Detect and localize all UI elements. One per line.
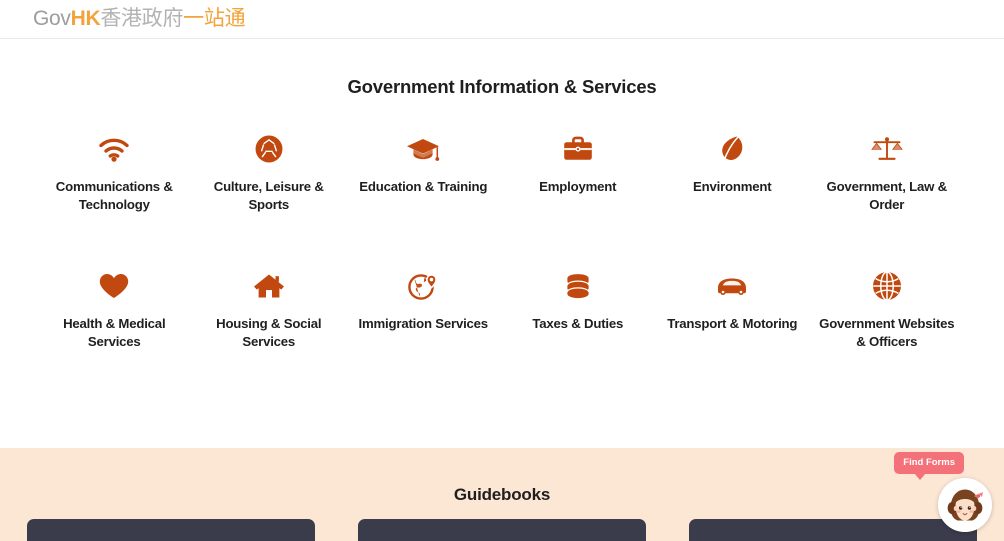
category-item-culture-leisure-sports[interactable]: Culture, Leisure & Sports: [192, 132, 347, 213]
category-label: Taxes & Duties: [532, 316, 624, 331]
category-row: Communications & Technology Culture, Lei…: [0, 132, 1004, 213]
page-root: GovHK香港政府一站通 Residents Business & Trade …: [0, 0, 1004, 541]
category-item-transport-motoring[interactable]: Transport & Motoring: [655, 269, 810, 350]
guidebook-card[interactable]: [27, 519, 315, 541]
category-item-government-websites-officers[interactable]: Government Websites & Officers: [810, 269, 965, 350]
category-label: Culture, Leisure & Sports: [213, 179, 324, 212]
house-icon: [192, 269, 347, 303]
category-label: Education & Training: [359, 179, 488, 194]
category-item-communications-technology[interactable]: Communications & Technology: [37, 132, 192, 213]
site-header: GovHK香港政府一站通 Residents Business & Trade …: [0, 0, 1004, 39]
category-item-taxes-duties[interactable]: Taxes & Duties: [501, 269, 656, 350]
scales-of-justice-icon: [810, 132, 965, 166]
category-item-immigration-services[interactable]: Immigration Services: [346, 269, 501, 350]
category-label: Immigration Services: [358, 316, 489, 331]
logo-hk-text: HK: [70, 7, 101, 30]
soccer-ball-icon: [192, 132, 347, 166]
category-item-housing-social-services[interactable]: Housing & Social Services: [192, 269, 347, 350]
category-label: Communications & Technology: [55, 179, 173, 212]
globe-icon: [810, 269, 965, 303]
chatbot-avatar-button[interactable]: [938, 478, 992, 532]
wifi-icon: [37, 132, 192, 166]
govhk-logo[interactable]: GovHK香港政府一站通: [33, 5, 246, 33]
briefcase-icon: [501, 132, 656, 166]
car-icon: [655, 269, 810, 303]
coins-icon: [501, 269, 656, 303]
category-item-education-training[interactable]: Education & Training: [346, 132, 501, 213]
find-forms-tooltip[interactable]: Find Forms: [894, 452, 964, 480]
logo-chinese-gray: 香港政府: [100, 7, 184, 30]
guidebooks-section: Guidebooks: [0, 448, 1004, 541]
category-label: Environment: [693, 179, 772, 194]
category-item-health-medical-services[interactable]: Health & Medical Services: [37, 269, 192, 350]
leaf-icon: [655, 132, 810, 166]
graduation-cap-icon: [346, 132, 501, 166]
category-item-environment[interactable]: Environment: [655, 132, 810, 213]
page-title: Government Information & Services: [347, 76, 657, 97]
girl-avatar-icon: [938, 478, 992, 532]
category-label: Government Websites & Officers: [819, 316, 955, 349]
logo-chinese-orange: 一站通: [183, 7, 246, 30]
logo-gov-text: Gov: [33, 7, 71, 30]
category-grid: Communications & Technology Culture, Lei…: [0, 132, 1004, 350]
heart-icon: [37, 269, 192, 303]
guidebooks-title: Guidebooks: [453, 485, 551, 504]
category-label: Transport & Motoring: [667, 316, 798, 331]
globe-pin-icon: [346, 269, 501, 303]
category-row: Health & Medical Services Housing & Soci…: [0, 269, 1004, 350]
category-label: Employment: [539, 179, 617, 194]
category-item-employment[interactable]: Employment: [501, 132, 656, 213]
guidebook-card-list: [0, 519, 1004, 541]
guidebook-card[interactable]: [358, 519, 646, 541]
category-item-government-law-order[interactable]: Government, Law & Order: [810, 132, 965, 213]
category-label: Health & Medical Services: [63, 316, 166, 349]
category-label: Government, Law & Order: [826, 179, 948, 212]
guidebook-card[interactable]: [689, 519, 977, 541]
category-label: Housing & Social Services: [216, 316, 322, 349]
